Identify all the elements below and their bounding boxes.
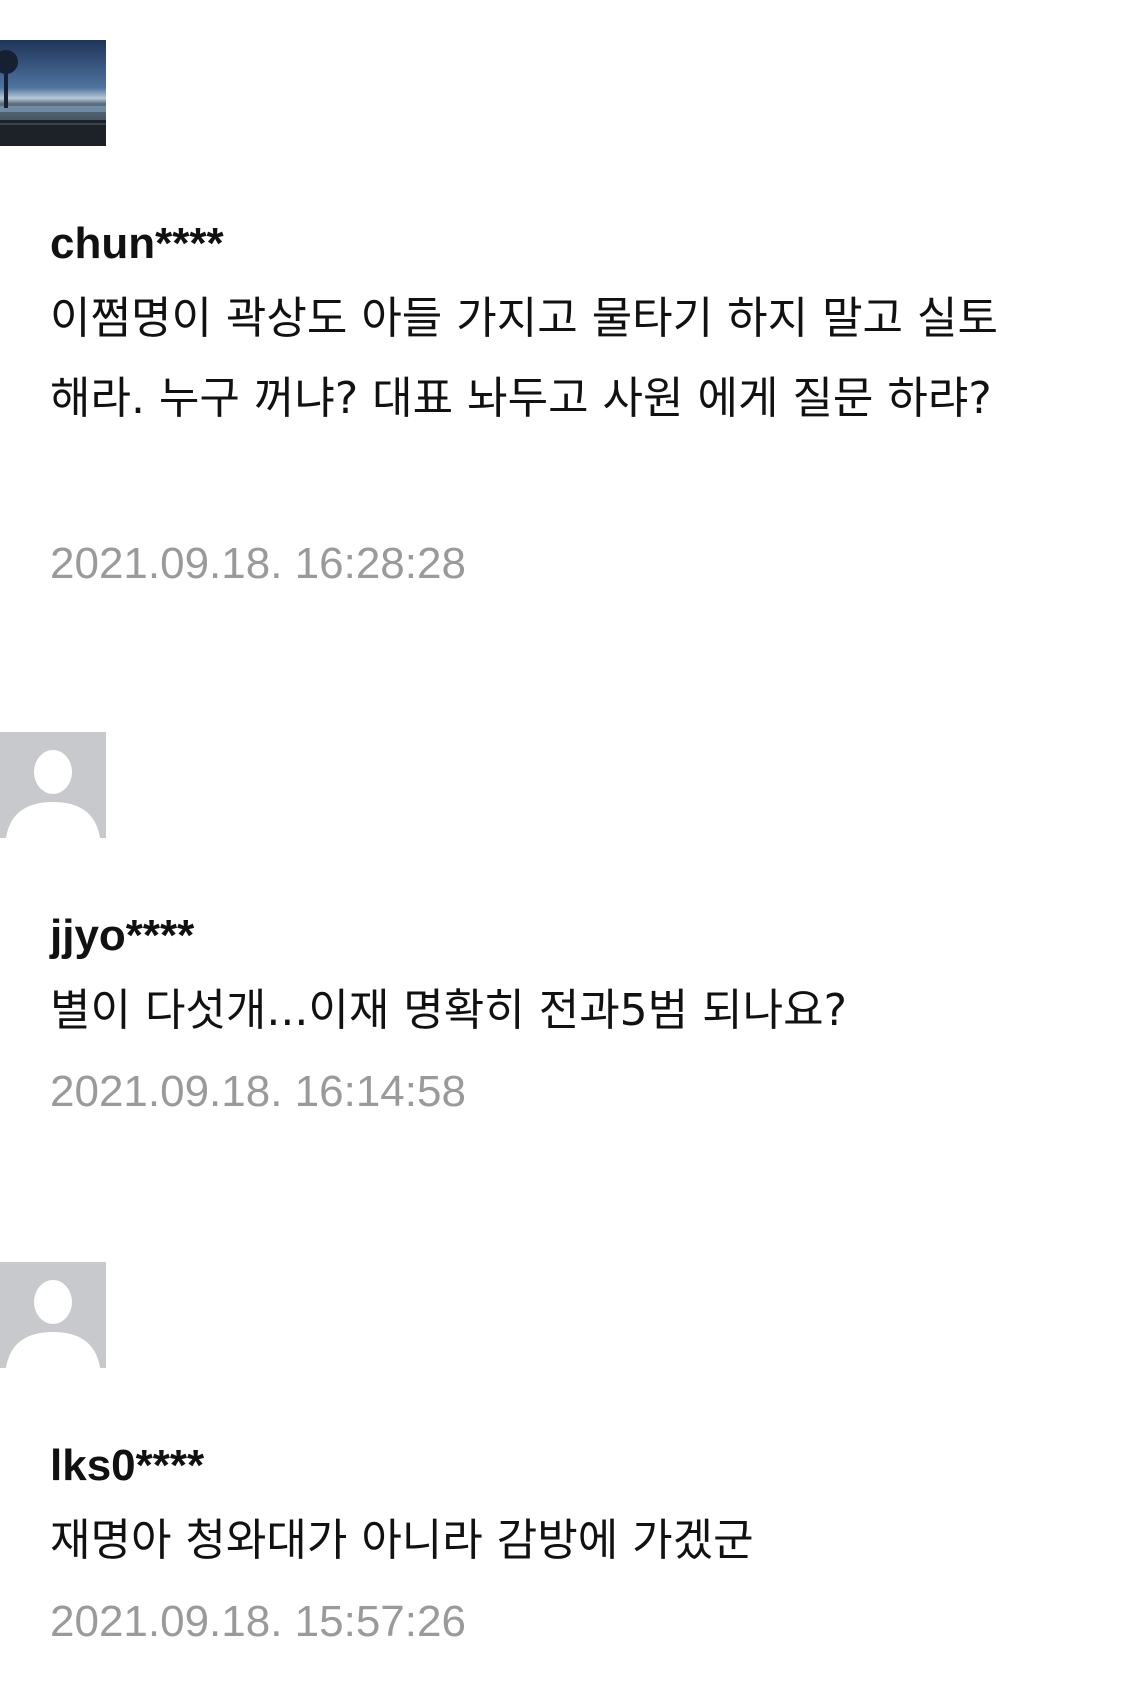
comment-author[interactable]: lks0**** [50, 1444, 204, 1488]
default-user-icon [0, 1262, 106, 1368]
comment-item: chun**** 이쩜명이 곽상도 아들 가지고 물타기 하지 말고 실토 해라… [0, 40, 1125, 600]
ocean-photo-icon [0, 40, 106, 146]
default-user-icon [0, 732, 106, 838]
user-avatar[interactable] [0, 40, 106, 146]
comment-body: 재명아 청와대가 아니라 감방에 가겠군 [50, 1515, 754, 1566]
comment-timestamp: 2021.09.18. 16:28:28 [50, 539, 466, 588]
comment-body: 별이 다섯개...이재 명확히 전과5범 되나요? [50, 985, 847, 1036]
comment-body: 이쩜명이 곽상도 아들 가지고 물타기 하지 말고 실토 해라. 누구 꺼냐? … [50, 293, 998, 424]
comment-author[interactable]: jjyo**** [50, 914, 194, 958]
comment-item: jjyo**** 별이 다섯개...이재 명확히 전과5범 되나요? 2021.… [0, 732, 1125, 1116]
comment-timestamp: 2021.09.18. 15:57:26 [50, 1597, 466, 1646]
user-avatar[interactable] [0, 1262, 106, 1368]
comment-item: lks0**** 재명아 청와대가 아니라 감방에 가겠군 2021.09.18… [0, 1262, 1125, 1646]
user-avatar[interactable] [0, 732, 106, 838]
comment-timestamp: 2021.09.18. 16:14:58 [50, 1067, 466, 1116]
comment-author[interactable]: chun**** [50, 222, 224, 266]
